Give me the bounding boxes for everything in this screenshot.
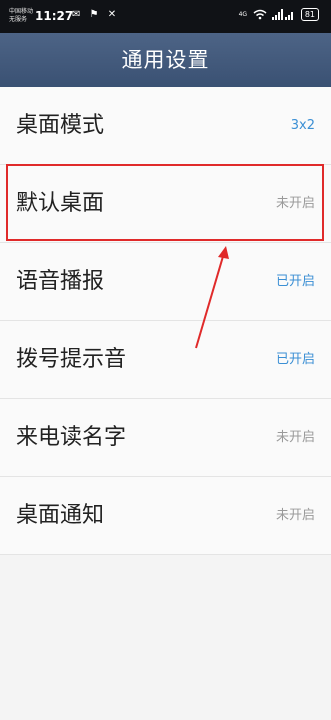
setting-label: 拨号提示音 bbox=[16, 347, 127, 372]
status-right-icons: 4G 81 bbox=[238, 8, 319, 21]
setting-value: 已开启 bbox=[275, 274, 315, 289]
setting-row-dial-tone[interactable]: 拨号提示音 已开启 bbox=[0, 321, 331, 399]
setting-row-voice-broadcast[interactable]: 语音播报 已开启 bbox=[0, 243, 331, 321]
signal-label-icon: 4G bbox=[238, 10, 248, 18]
status-bar: 中国移动 无服务 11:27 ✉ ⚑ ✕ 4G 81 bbox=[0, 0, 331, 33]
setting-label: 语音播报 bbox=[16, 269, 105, 294]
battery-icon: 81 bbox=[300, 8, 319, 21]
settings-list: 桌面模式 3x2 默认桌面 未开启 语音播报 已开启 拨号提示音 已开启 来电读… bbox=[0, 87, 331, 555]
setting-value: 已开启 bbox=[275, 352, 315, 367]
status-time: 11:27 bbox=[35, 9, 74, 23]
setting-value: 未开启 bbox=[275, 508, 315, 523]
setting-value: 未开启 bbox=[275, 430, 315, 445]
page-title: 通用设置 bbox=[0, 33, 331, 87]
wifi-icon bbox=[253, 9, 267, 20]
setting-label: 来电读名字 bbox=[16, 425, 127, 450]
notification-icons: ✉ ⚑ ✕ bbox=[72, 9, 120, 20]
setting-row-default-desktop[interactable]: 默认桌面 未开启 bbox=[0, 165, 331, 243]
setting-row-caller-name[interactable]: 来电读名字 未开启 bbox=[0, 399, 331, 477]
setting-label: 桌面模式 bbox=[16, 113, 105, 138]
carrier-info: 中国移动 无服务 bbox=[9, 8, 33, 24]
carrier-service: 无服务 bbox=[9, 16, 28, 23]
setting-label: 默认桌面 bbox=[16, 191, 105, 216]
setting-row-desktop-mode[interactable]: 桌面模式 3x2 bbox=[0, 87, 331, 165]
setting-row-desktop-notification[interactable]: 桌面通知 未开启 bbox=[0, 477, 331, 555]
signal-icon bbox=[271, 9, 293, 20]
carrier-name: 中国移动 bbox=[9, 8, 34, 15]
setting-value: 未开启 bbox=[275, 196, 315, 211]
setting-value: 3x2 bbox=[290, 118, 315, 133]
setting-label: 桌面通知 bbox=[16, 503, 105, 528]
